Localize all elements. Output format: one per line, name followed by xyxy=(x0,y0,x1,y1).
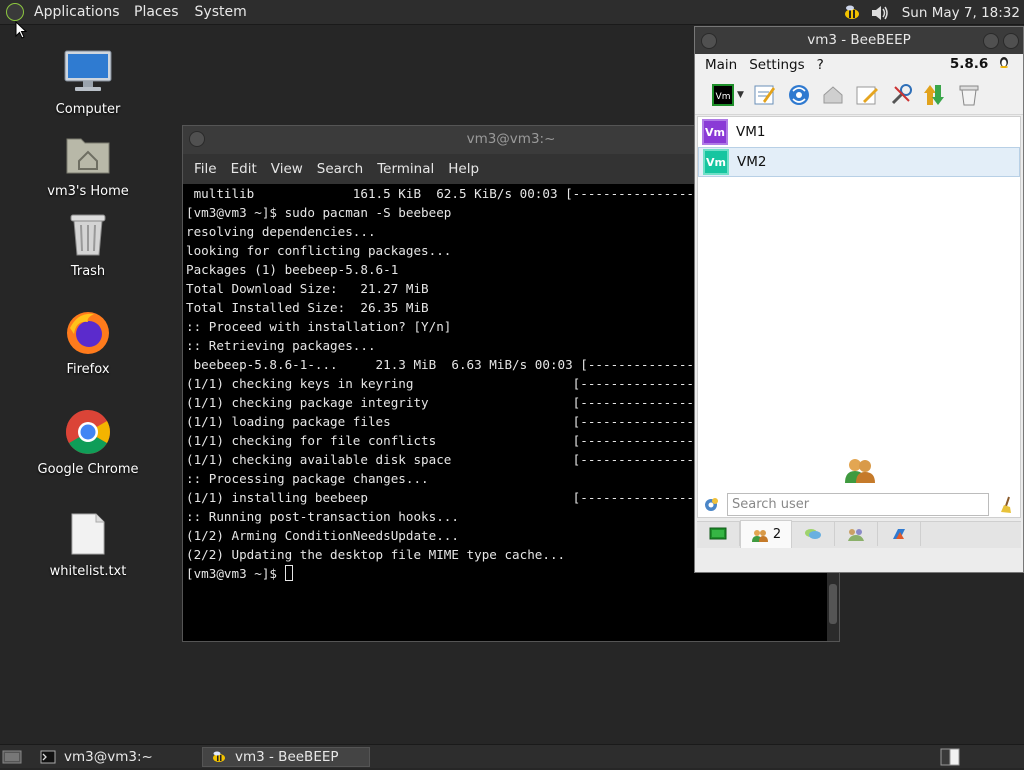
terminal-menu-search[interactable]: Search xyxy=(310,161,370,177)
firefox-icon xyxy=(62,306,114,358)
beebeep-task-icon xyxy=(211,750,227,764)
share-files-icon[interactable] xyxy=(921,81,949,109)
shares-icon xyxy=(893,529,905,539)
bottom-panel: vm3@vm3:~ vm3 - BeeBEEP xyxy=(0,744,1024,768)
computer-icon xyxy=(62,46,114,98)
desktop-icon-home[interactable]: vm3's Home xyxy=(28,128,148,199)
home-folder-icon xyxy=(62,128,114,180)
terminal-task-icon xyxy=(40,750,56,764)
beebeep-window[interactable]: vm3 - BeeBEEP Main Settings ? 5.8.6 Vm ▼… xyxy=(694,26,1024,573)
beebeep-title: vm3 - BeeBEEP xyxy=(807,32,911,48)
status-dropdown-arrow-icon[interactable]: ▼ xyxy=(737,90,745,100)
terminal-menu-file[interactable]: File xyxy=(187,161,224,177)
search-options-gear-icon[interactable] xyxy=(703,497,719,517)
applications-menu[interactable]: Applications xyxy=(24,4,126,20)
terminal-menu-view[interactable]: View xyxy=(264,161,310,177)
user-name: VM1 xyxy=(736,124,766,140)
volume-icon[interactable] xyxy=(870,4,890,22)
clock[interactable]: Sun May 7, 18:32 xyxy=(902,5,1020,21)
user-row-vm2[interactable]: Vm VM2 xyxy=(698,147,1020,177)
beebeep-menu-main[interactable]: Main xyxy=(695,57,743,73)
close-button[interactable] xyxy=(1003,33,1019,49)
trash-icon xyxy=(62,208,114,260)
clear-search-broom-icon[interactable] xyxy=(999,496,1015,518)
system-menu[interactable]: System xyxy=(187,4,255,20)
linux-penguin-icon xyxy=(1000,57,1008,68)
text-file-icon xyxy=(62,508,114,560)
users-tab-icon xyxy=(751,529,768,542)
places-menu[interactable]: Places xyxy=(126,4,187,20)
user-name: VM2 xyxy=(737,154,767,170)
minimize-button[interactable] xyxy=(983,33,999,49)
network-icon[interactable] xyxy=(785,81,813,109)
groups-icon xyxy=(848,529,864,541)
desktop-icon-trash[interactable]: Trash xyxy=(28,208,148,279)
users-count: 2 xyxy=(772,527,782,542)
desktop-icon-whitelist[interactable]: whitelist.txt xyxy=(28,508,148,579)
users-group-icon xyxy=(844,457,876,487)
beebeep-menubar: Main Settings ? 5.8.6 xyxy=(695,54,1023,76)
send-message-icon[interactable] xyxy=(819,81,847,109)
tab-users[interactable]: 2 xyxy=(740,520,792,548)
terminal-title: vm3@vm3:~ xyxy=(466,131,556,147)
tab-chats[interactable] xyxy=(792,522,835,546)
taskbar-beebeep[interactable]: vm3 - BeeBEEP xyxy=(202,747,370,767)
edit-profile-icon[interactable] xyxy=(751,81,779,109)
beebeep-version: 5.8.6 xyxy=(938,56,1015,72)
taskbar-terminal[interactable]: vm3@vm3:~ xyxy=(38,747,200,767)
user-avatar: Vm xyxy=(703,149,729,175)
mouse-pointer-icon xyxy=(15,21,27,39)
beebeep-menu-settings[interactable]: Settings xyxy=(743,57,810,73)
tab-shares[interactable] xyxy=(878,522,921,546)
chat-bubbles-icon xyxy=(805,529,821,539)
terminal-scrollbar-thumb[interactable] xyxy=(829,584,837,624)
beebeep-tray-icon[interactable] xyxy=(842,4,862,22)
desktop-icon-firefox[interactable]: Firefox xyxy=(28,306,148,377)
window-menu-button[interactable] xyxy=(701,33,717,49)
terminal-prompt: [vm3@vm3 ~]$ xyxy=(186,566,285,581)
taskbar-terminal-label: vm3@vm3:~ xyxy=(64,749,153,765)
home-screen-icon xyxy=(709,527,727,540)
window-menu-button[interactable] xyxy=(189,131,205,147)
show-desktop-icon[interactable] xyxy=(2,749,22,769)
mate-logo-icon[interactable] xyxy=(6,3,24,21)
tab-groups[interactable] xyxy=(835,522,878,546)
desktop-icon-chrome[interactable]: Google Chrome xyxy=(28,406,148,477)
chrome-icon xyxy=(62,406,114,458)
status-vm-icon[interactable]: Vm xyxy=(709,81,737,109)
taskbar-beebeep-label: vm3 - BeeBEEP xyxy=(235,749,339,765)
svg-text:Vm: Vm xyxy=(716,92,731,102)
user-row-vm1[interactable]: Vm VM1 xyxy=(698,117,1020,147)
trash-clear-icon[interactable] xyxy=(955,81,983,109)
search-row xyxy=(697,491,1021,519)
workspace-switcher-icon[interactable] xyxy=(940,748,960,770)
search-user-input[interactable] xyxy=(727,493,989,516)
beebeep-bottom-tabs: 2 xyxy=(697,520,1021,548)
tools-icon[interactable] xyxy=(887,81,915,109)
beebeep-menu-help[interactable]: ? xyxy=(811,57,830,73)
top-panel: Applications Places System Sun May 7, 18… xyxy=(0,0,1024,25)
terminal-menu-edit[interactable]: Edit xyxy=(224,161,264,177)
desktop-icon-computer[interactable]: Computer xyxy=(28,46,148,117)
terminal-cursor xyxy=(284,565,293,581)
user-avatar: Vm xyxy=(702,119,728,145)
beebeep-toolbar: Vm ▼ xyxy=(695,76,1023,115)
write-icon[interactable] xyxy=(853,81,881,109)
terminal-menu-help[interactable]: Help xyxy=(441,161,486,177)
beebeep-titlebar[interactable]: vm3 - BeeBEEP xyxy=(695,27,1023,54)
user-list[interactable]: Vm VM1 Vm VM2 xyxy=(697,116,1021,518)
tab-home[interactable] xyxy=(697,522,740,546)
terminal-menu-terminal[interactable]: Terminal xyxy=(370,161,441,177)
